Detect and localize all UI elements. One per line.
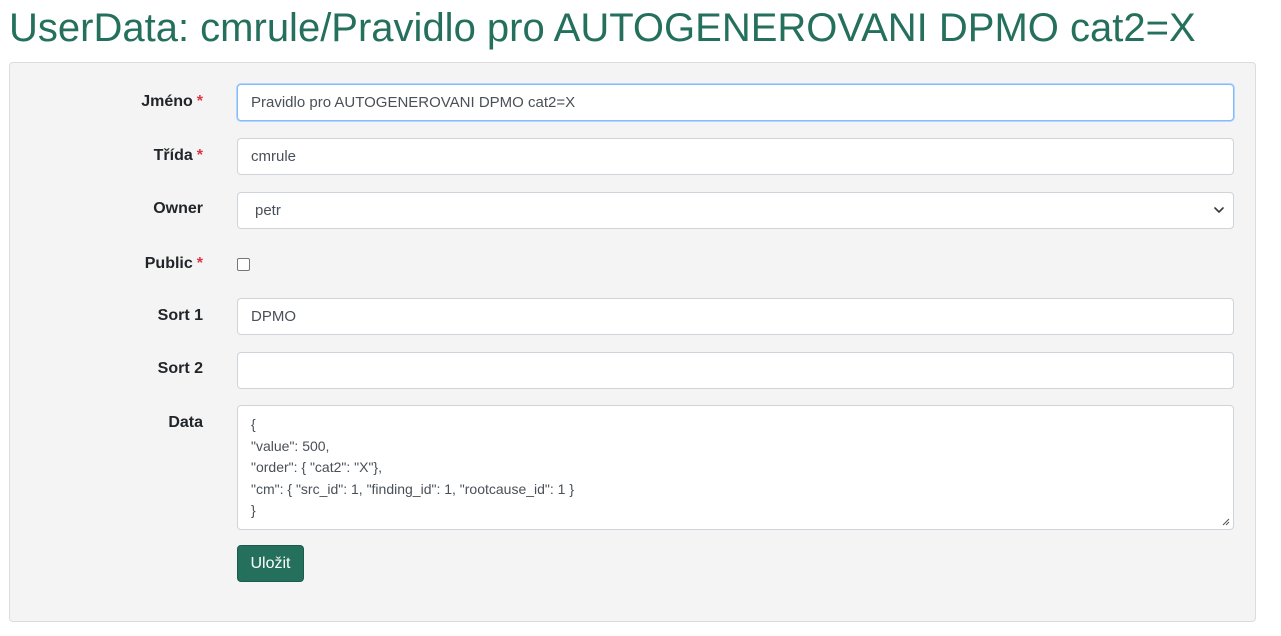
- page-title: UserData: cmrule/Pravidlo pro AUTOGENERO…: [9, 6, 1196, 50]
- required-marker: *: [196, 93, 203, 110]
- form-row-owner: Owner petr: [10, 192, 1255, 231]
- data-line: }: [251, 502, 256, 519]
- data-line: "cm": { "src_id": 1, "finding_id": 1, "r…: [251, 480, 575, 497]
- class-label: Třída *: [153, 147, 203, 164]
- sort2-label: Sort 2: [157, 360, 203, 377]
- name-input[interactable]: Pravidlo pro AUTOGENEROVANI DPMO cat2=X: [237, 84, 1234, 121]
- class-input[interactable]: cmrule: [237, 138, 1234, 175]
- form-row-name: Jméno * Pravidlo pro AUTOGENEROVANI DPMO …: [10, 84, 1255, 123]
- form-row-sort1: Sort 1 DPMO: [10, 298, 1255, 337]
- data-line: {: [251, 416, 256, 432]
- sort1-input[interactable]: DPMO: [237, 298, 1234, 335]
- form-row-class: Třída * cmrule: [10, 138, 1255, 177]
- data-textarea[interactable]: { "value": 500, "order": { "cat2": "X"},…: [237, 405, 1234, 530]
- owner-label: Owner: [153, 200, 203, 217]
- save-button[interactable]: Uložit: [237, 545, 304, 582]
- owner-selected-value: petr: [255, 202, 281, 219]
- sort2-input[interactable]: [237, 352, 1234, 389]
- public-label: Public *: [144, 255, 203, 272]
- sort1-label: Sort 1: [157, 307, 203, 324]
- required-marker: *: [196, 255, 203, 272]
- data-label: Data: [168, 414, 203, 431]
- form-row-sort2: Sort 2: [10, 352, 1255, 391]
- userdata-form: Jméno * Pravidlo pro AUTOGENEROVANI DPMO …: [9, 62, 1256, 622]
- data-line: "order": { "cat2": "X"},: [251, 459, 382, 476]
- form-row-data: Data { "value": 500, "order": { "cat2": …: [10, 405, 1255, 532]
- data-line: "value": 500,: [251, 437, 330, 454]
- public-checkbox[interactable]: [237, 258, 250, 271]
- owner-select[interactable]: petr: [237, 192, 1234, 229]
- resize-handle-icon[interactable]: [1222, 518, 1230, 526]
- chevron-down-icon: [1214, 207, 1224, 213]
- form-row-public: Public *: [10, 246, 1255, 285]
- required-marker: *: [196, 147, 203, 164]
- name-label: Jméno *: [141, 93, 203, 110]
